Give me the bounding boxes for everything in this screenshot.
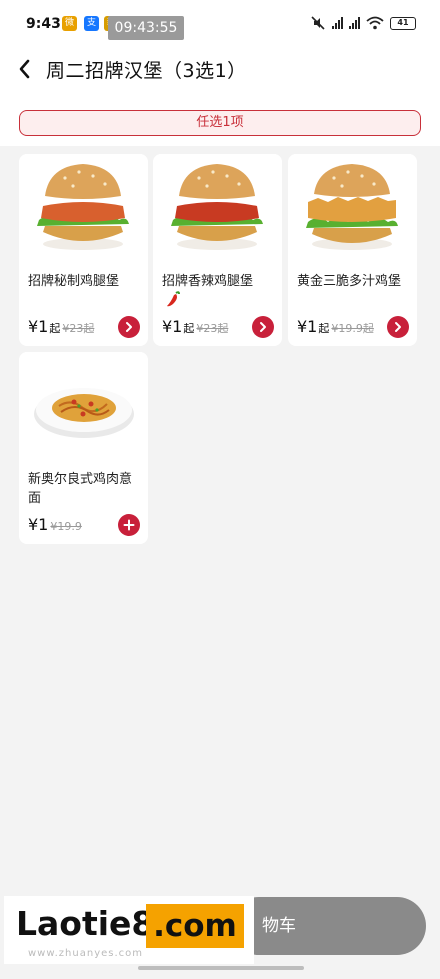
price-row: ¥1 ¥19.9 <box>28 515 82 534</box>
plus-icon[interactable] <box>118 514 140 536</box>
header: 周二招牌汉堡（3选1） <box>0 40 440 98</box>
price-suffix: 起 <box>318 322 330 335</box>
cart-label: 物车 <box>262 916 296 936</box>
weibo-icon: 微 <box>62 16 77 31</box>
original-price: ¥23起 <box>62 322 95 335</box>
mute-icon <box>311 16 325 30</box>
price-suffix: 起 <box>183 322 195 335</box>
alipay-icon: 支 <box>84 16 99 31</box>
watermark: Laotie8 .com www.zhuanyes.com <box>4 896 254 964</box>
select-hint: 任选1项 <box>19 110 421 136</box>
signal-icon <box>349 17 360 29</box>
signal-icon <box>332 17 343 29</box>
cart-button[interactable]: 物车 <box>230 897 426 955</box>
product-name: 黄金三脆多汁鸡堡 <box>297 274 402 289</box>
price: ¥1 <box>28 317 49 336</box>
burger-icon <box>288 154 417 262</box>
original-price: ¥19.9起 <box>331 322 374 335</box>
burger-icon <box>19 154 148 262</box>
home-indicator[interactable] <box>138 966 304 970</box>
product-name: 新奥尔良式鸡肉意面 <box>28 472 133 506</box>
price-row: ¥1 起 ¥19.9起 <box>297 317 374 336</box>
price: ¥1 <box>162 317 183 336</box>
chevron-right-icon[interactable] <box>118 316 140 338</box>
original-price: ¥23起 <box>196 322 229 335</box>
watermark-box: .com <box>146 904 244 948</box>
price-row: ¥1 起 ¥23起 <box>28 317 94 336</box>
status-bar: 9:43 微 支 新 09:43:55 41 <box>0 0 440 40</box>
watermark-sub: www.zhuanyes.com <box>28 948 144 959</box>
product-name: 招牌秘制鸡腿堡 <box>28 274 120 289</box>
status-time: 9:43 <box>26 16 61 32</box>
price-row: ¥1 起 ¥23起 <box>162 317 228 336</box>
chevron-right-icon[interactable] <box>252 316 274 338</box>
chevron-left-icon[interactable] <box>14 56 36 82</box>
product-name: 招牌香辣鸡腿堡 <box>162 274 254 289</box>
page-title: 周二招牌汉堡（3选1） <box>46 60 247 82</box>
watermark-text: Laotie8 <box>16 904 155 943</box>
wifi-icon <box>366 16 384 30</box>
battery-icon: 41 <box>390 16 416 30</box>
hint-section: 任选1项 <box>0 98 440 146</box>
product-card[interactable]: 招牌秘制鸡腿堡 ¥1 起 ¥23起 <box>19 154 148 346</box>
original-price: ¥19.9 <box>50 520 82 533</box>
pasta-icon <box>19 352 148 460</box>
product-card[interactable]: 招牌香辣鸡腿堡 ¥1 起 ¥23起 <box>153 154 282 346</box>
product-card[interactable]: 黄金三脆多汁鸡堡 ¥1 起 ¥19.9起 <box>288 154 417 346</box>
burger-icon <box>153 154 282 262</box>
clock-overlay: 09:43:55 <box>108 16 184 40</box>
price-suffix: 起 <box>49 322 61 335</box>
chevron-right-icon[interactable] <box>387 316 409 338</box>
product-card[interactable]: 新奥尔良式鸡肉意面 ¥1 ¥19.9 <box>19 352 148 544</box>
chili-pepper-icon <box>167 291 180 307</box>
price: ¥1 <box>28 515 49 534</box>
price: ¥1 <box>297 317 318 336</box>
